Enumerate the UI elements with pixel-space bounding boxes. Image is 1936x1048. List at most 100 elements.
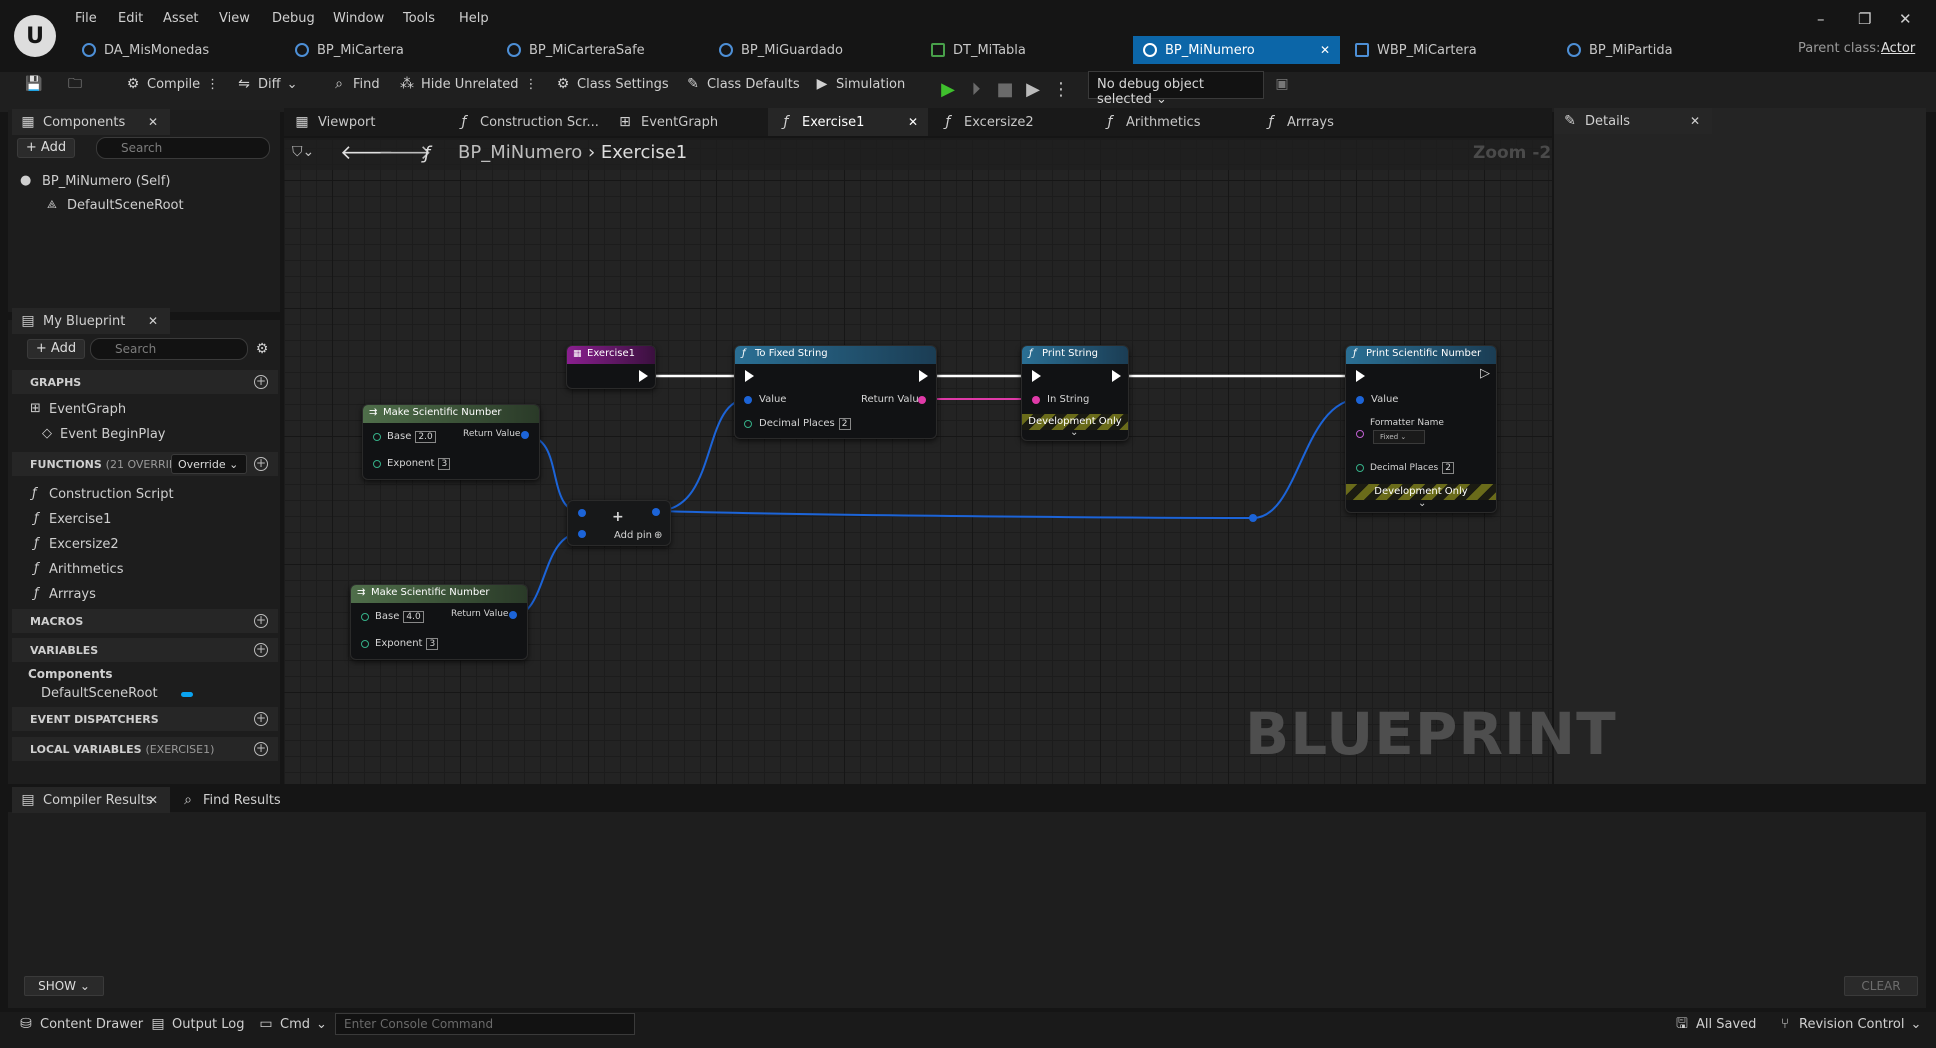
- function-item-excersize2[interactable]: Excersize2: [49, 537, 119, 552]
- output-log-button[interactable]: ▤ Output Log: [150, 1016, 244, 1032]
- close-panel-icon[interactable]: ✕: [1690, 114, 1700, 128]
- graph-item-event-beginplay[interactable]: Event BeginPlay: [60, 427, 166, 442]
- hide-unrelated-button[interactable]: ⁂ Hide Unrelated ⋮: [399, 76, 538, 92]
- components-tab[interactable]: ▦ Components ✕: [12, 109, 170, 135]
- menu-edit[interactable]: Edit: [118, 11, 143, 26]
- local-variables-section-header[interactable]: LOCAL VARIABLES (EXERCISE1): [12, 737, 278, 761]
- bookmark-icon[interactable]: ⛉⌄: [292, 144, 314, 160]
- tab-bp-micartera[interactable]: BP_MiCartera: [285, 36, 485, 64]
- return-value-output-pin[interactable]: [918, 396, 926, 404]
- play-icon[interactable]: ▶: [934, 76, 962, 104]
- play-options-icon[interactable]: ⋮: [1047, 76, 1075, 104]
- menu-asset[interactable]: Asset: [163, 11, 199, 26]
- tab-wbp-micartera[interactable]: WBP_MiCartera: [1345, 36, 1545, 64]
- save-icon[interactable]: 💾: [25, 76, 42, 92]
- tab-da-mismonedas[interactable]: DA_MisMonedas: [72, 36, 272, 64]
- make-scientific-number-node-1[interactable]: ⇉ Make Scientific Number Base 2.0 Return V…: [362, 404, 540, 480]
- close-window-icon[interactable]: ✕: [1899, 10, 1912, 28]
- tab-viewport[interactable]: ▦ Viewport: [284, 108, 444, 136]
- content-drawer-button[interactable]: ⛁ Content Drawer: [18, 1016, 143, 1032]
- tab-excersize2[interactable]: ƒ Excersize2: [930, 108, 1090, 136]
- value-input-pin[interactable]: [1356, 396, 1364, 404]
- menu-tools[interactable]: Tools: [403, 11, 435, 26]
- simulation-button[interactable]: ▶ Simulation: [814, 76, 906, 92]
- find-button[interactable]: ⌕ Find: [331, 76, 380, 92]
- components-add-button[interactable]: + Add: [17, 138, 75, 158]
- variables-category-components[interactable]: Components: [28, 667, 113, 681]
- variable-default-scene-root[interactable]: DefaultSceneRoot: [41, 686, 158, 701]
- add-variable-icon[interactable]: +: [254, 643, 268, 657]
- function-entry-node[interactable]: ▦ Exercise1: [566, 345, 656, 389]
- parent-class-link[interactable]: Actor: [1881, 41, 1915, 56]
- decimal-places-pin[interactable]: [744, 420, 752, 428]
- event-dispatchers-section-header[interactable]: EVENT DISPATCHERS: [12, 707, 278, 731]
- function-item-arrrays[interactable]: Arrrays: [49, 587, 96, 602]
- eject-icon[interactable]: ▶: [1019, 76, 1047, 104]
- add-function-icon[interactable]: +: [254, 457, 268, 471]
- exponent-input-pin[interactable]: [373, 460, 381, 468]
- graphs-section-header[interactable]: GRAPHS: [12, 370, 278, 394]
- graph-item-eventgraph[interactable]: EventGraph: [49, 402, 126, 417]
- close-panel-icon[interactable]: ✕: [148, 314, 158, 328]
- tab-arrrays[interactable]: ƒ Arrrays: [1253, 108, 1413, 136]
- all-saved-indicator[interactable]: 🖫 All Saved: [1674, 1016, 1756, 1032]
- exponent-value-field[interactable]: 3: [438, 458, 451, 470]
- function-item-exercise1[interactable]: Exercise1: [49, 512, 111, 527]
- settings-gear-icon[interactable]: ⚙: [254, 341, 270, 357]
- menu-view[interactable]: View: [219, 11, 250, 26]
- menu-help[interactable]: Help: [459, 11, 489, 26]
- base-value-field[interactable]: 4.0: [403, 611, 424, 623]
- exec-out-pin[interactable]: [1112, 370, 1121, 382]
- value-input-pin[interactable]: [744, 396, 752, 404]
- compile-button[interactable]: ⚙ Compile ⋮: [125, 76, 219, 92]
- base-value-field[interactable]: 2.0: [415, 431, 436, 443]
- add-output-pin[interactable]: [652, 508, 660, 516]
- menu-window[interactable]: Window: [333, 11, 384, 26]
- tab-arithmetics[interactable]: ƒ Arithmetics: [1092, 108, 1252, 136]
- add-pin-icon[interactable]: ⊕: [654, 530, 662, 541]
- component-default-scene-root[interactable]: DefaultSceneRoot: [67, 198, 184, 213]
- revision-control-dropdown[interactable]: ⑂ Revision Control ⌄: [1777, 1016, 1922, 1032]
- browse-icon[interactable]: 🗀: [67, 76, 83, 92]
- tab-bp-mipartida[interactable]: BP_MiPartida: [1557, 36, 1757, 64]
- print-string-node[interactable]: ƒ Print String In String Development Only…: [1021, 345, 1129, 441]
- add-dispatcher-icon[interactable]: +: [254, 712, 268, 726]
- exponent-input-pin[interactable]: [361, 640, 369, 648]
- exponent-value-field[interactable]: 3: [426, 638, 439, 650]
- return-value-output-pin[interactable]: [521, 431, 529, 439]
- tab-bp-micarterasafe[interactable]: BP_MiCarteraSafe: [497, 36, 697, 64]
- exec-in-pin[interactable]: [1032, 370, 1041, 382]
- console-input[interactable]: Enter Console Command: [335, 1013, 635, 1035]
- base-input-pin[interactable]: [361, 613, 369, 621]
- tab-exercise1[interactable]: ƒ Exercise1 ✕: [768, 108, 928, 136]
- macros-section-header[interactable]: MACROS: [12, 609, 278, 633]
- menu-file[interactable]: File: [75, 11, 97, 26]
- stop-icon[interactable]: ■: [991, 76, 1019, 104]
- base-input-pin[interactable]: [373, 433, 381, 441]
- exec-out-pin[interactable]: [919, 370, 928, 382]
- exec-in-pin[interactable]: [745, 370, 754, 382]
- variables-section-header[interactable]: VARIABLES: [12, 638, 278, 662]
- decimal-places-field[interactable]: 2: [1442, 462, 1454, 474]
- add-graph-icon[interactable]: +: [254, 375, 268, 389]
- close-panel-icon[interactable]: ✕: [148, 793, 158, 807]
- close-panel-icon[interactable]: ✕: [148, 115, 158, 129]
- step-icon[interactable]: ⏵: [962, 76, 990, 104]
- decimal-places-field[interactable]: 2: [838, 418, 851, 430]
- my-blueprint-search-input[interactable]: Search: [90, 338, 248, 360]
- component-self[interactable]: BP_MiNumero (Self): [42, 174, 170, 189]
- function-item-arithmetics[interactable]: Arithmetics: [49, 562, 123, 577]
- make-scientific-number-node-2[interactable]: ⇉ Make Scientific Number Base 4.0 Return V…: [350, 584, 528, 660]
- debug-filter-icon[interactable]: ▣: [1274, 76, 1290, 92]
- class-defaults-button[interactable]: ✎ Class Defaults: [685, 76, 799, 92]
- exec-out-pin[interactable]: [639, 370, 648, 382]
- add-macro-icon[interactable]: +: [254, 614, 268, 628]
- add-input-pin-a[interactable]: [578, 509, 586, 517]
- diff-button[interactable]: ⇋ Diff ⌄: [236, 76, 297, 92]
- formatter-name-pin[interactable]: [1356, 430, 1364, 438]
- unreal-logo-icon[interactable]: U: [14, 15, 56, 57]
- debug-object-dropdown[interactable]: No debug object selected ⌄: [1088, 71, 1264, 107]
- add-pin-label[interactable]: Add pin: [614, 530, 652, 541]
- exec-out-pin[interactable]: ▷: [1480, 366, 1490, 381]
- function-item-construction-script[interactable]: Construction Script: [49, 487, 174, 502]
